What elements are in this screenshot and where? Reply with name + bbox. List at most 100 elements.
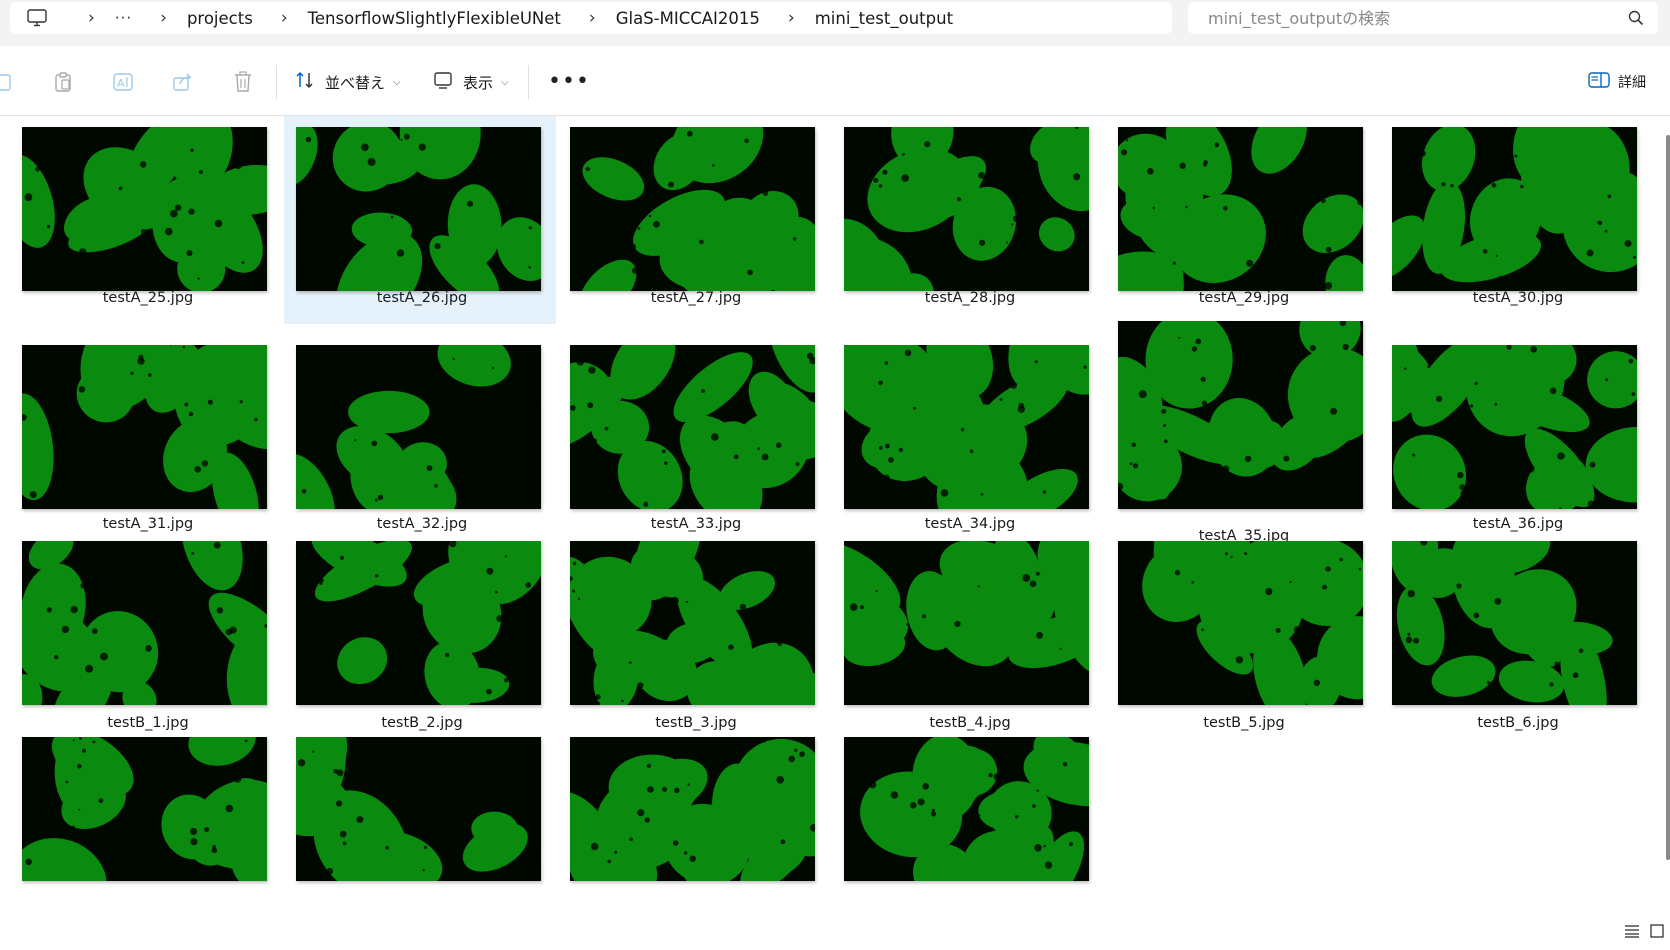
details-view-icon[interactable] [1624,923,1640,942]
toolbar-divider [528,65,529,99]
share-icon[interactable] [172,71,194,93]
chevron-down-icon: ⌵ [501,76,509,88]
file-item[interactable] [10,737,282,950]
sort-button[interactable]: 並べ替え ⌵ [295,69,401,95]
view-button[interactable]: 表示 ⌵ [433,69,509,95]
file-item[interactable]: testA_30.jpg [1380,116,1652,324]
delete-icon[interactable] [232,71,254,93]
file-name: testB_2.jpg [381,715,463,731]
view-switcher [1624,923,1664,942]
file-item[interactable]: testB_6.jpg [1380,541,1652,749]
view-label: 表示 [463,73,494,92]
address-bar: › ··· › projects › TensorflowSlightlyFle… [0,0,1670,46]
svg-text:A: A [117,77,125,90]
file-name: testA_28.jpg [924,290,1016,306]
file-item[interactable] [558,737,830,950]
copy-icon[interactable] [0,71,16,93]
file-item[interactable]: testB_5.jpg [1106,541,1378,749]
breadcrumb-item-projects[interactable]: projects [187,9,253,28]
file-name: testA_34.jpg [924,516,1016,532]
breadcrumb[interactable]: › ··· › projects › TensorflowSlightlyFle… [10,2,1172,34]
file-name: testB_4.jpg [929,715,1011,731]
file-item[interactable]: testB_4.jpg [832,541,1104,749]
file-thumbnail [1392,127,1637,291]
file-item[interactable]: testA_27.jpg [558,116,830,324]
file-thumbnail [296,541,541,705]
file-item[interactable]: testA_32.jpg [284,333,556,541]
file-name: testB_6.jpg [1477,715,1559,731]
rename-icon[interactable]: A [112,71,134,93]
file-item[interactable]: testA_35.jpg [1106,321,1378,545]
file-thumbnail [1392,541,1637,705]
chevron-right-icon[interactable]: › [281,8,288,28]
file-item[interactable]: testB_3.jpg [558,541,830,749]
file-thumbnail [296,127,541,291]
file-item[interactable]: testA_28.jpg [832,116,1104,324]
file-name: testB_3.jpg [655,715,737,731]
file-thumbnail [22,541,267,705]
file-name: testA_29.jpg [1198,290,1290,306]
file-name: testA_36.jpg [1472,516,1564,532]
file-thumbnail [844,541,1089,705]
file-item[interactable]: testA_29.jpg [1106,116,1378,324]
breadcrumb-overflow[interactable]: ··· [115,9,132,27]
file-thumbnail [296,345,541,509]
large-icons-view-icon[interactable] [1650,923,1664,942]
toolbar-divider [276,65,277,99]
vertical-scrollbar[interactable] [1666,135,1670,860]
file-item[interactable]: testA_33.jpg [558,333,830,541]
chevron-right-icon[interactable]: › [160,8,167,28]
breadcrumb-item-current[interactable]: mini_test_output [815,9,953,28]
file-name: testA_32.jpg [376,516,468,532]
chevron-right-icon[interactable]: › [788,8,795,28]
chevron-right-icon[interactable]: › [589,8,596,28]
file-item[interactable]: testA_34.jpg [832,333,1104,541]
file-item[interactable]: testB_2.jpg [284,541,556,749]
file-thumbnail [22,737,267,881]
details-pane-button[interactable]: 詳細 [1588,69,1646,95]
file-name: testB_1.jpg [107,715,189,731]
file-name: testA_31.jpg [102,516,194,532]
sort-label: 並べ替え [325,73,386,92]
file-item[interactable]: testA_26.jpg [284,116,556,324]
breadcrumb-item-tensorflow[interactable]: TensorflowSlightlyFlexibleUNet [308,9,561,28]
breadcrumb-item-glas[interactable]: GlaS-MICCAI2015 [616,9,760,28]
chevron-right-icon[interactable]: › [88,8,95,28]
details-label: 詳細 [1618,75,1646,91]
file-name: testA_25.jpg [102,290,194,306]
file-thumbnail [1118,541,1363,705]
file-grid: testA_25.jpg testA_26.jpg testA_27.jpgtest… [0,116,1670,950]
file-thumbnail [1118,321,1363,509]
file-thumbnail [570,127,815,291]
search-input[interactable] [1206,7,1610,29]
file-thumbnail [844,737,1089,881]
file-item[interactable]: testA_36.jpg [1380,333,1652,541]
file-thumbnail [296,737,541,881]
file-thumbnail [22,127,267,291]
this-pc-icon[interactable] [26,7,48,29]
file-name: testA_30.jpg [1472,290,1564,306]
file-thumbnail [1392,345,1637,509]
file-item[interactable] [284,737,556,950]
paste-icon[interactable] [52,71,74,93]
more-options-icon[interactable]: ••• [548,69,590,95]
file-thumbnail [570,345,815,509]
sort-icon [295,70,315,94]
file-thumbnail [844,127,1089,291]
file-thumbnail [1118,127,1363,291]
search-icon[interactable] [1628,10,1644,30]
file-name: testA_33.jpg [650,516,742,532]
file-thumbnail [570,541,815,705]
details-pane-icon [1588,71,1610,93]
file-name: testA_26.jpg [376,290,468,306]
search-box[interactable] [1188,2,1658,34]
file-name: testB_5.jpg [1203,715,1285,731]
file-item[interactable] [832,737,1104,950]
file-item[interactable]: testA_25.jpg [10,116,282,324]
view-icon [433,70,453,94]
file-thumbnail [570,737,815,881]
file-item[interactable]: testA_31.jpg [10,333,282,541]
command-bar: A 並べ替え ⌵ 表示 ⌵ ••• 詳細 [0,47,1670,116]
file-thumbnail [844,345,1089,509]
file-item[interactable]: testB_1.jpg [10,541,282,749]
